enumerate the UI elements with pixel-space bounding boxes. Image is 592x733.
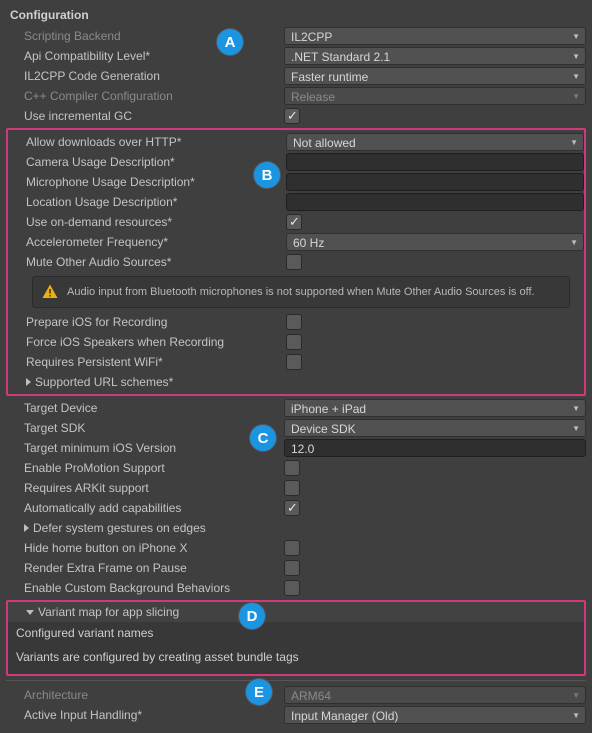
divider xyxy=(6,680,586,681)
foldout-defer-gestures[interactable]: Defer system gestures on edges xyxy=(6,518,586,538)
input-mic-desc[interactable] xyxy=(286,173,584,191)
checkbox-persist-wifi[interactable] xyxy=(286,354,302,370)
label-promotion: Enable ProMotion Support xyxy=(24,461,284,475)
label-auto-caps: Automatically add capabilities xyxy=(24,501,284,515)
label-il2cpp-codegen: IL2CPP Code Generation xyxy=(24,69,284,83)
dropdown-target-sdk[interactable]: Device SDK xyxy=(284,419,586,437)
dropdown-api-compat[interactable]: .NET Standard 2.1 xyxy=(284,47,586,65)
label-incremental-gc: Use incremental GC xyxy=(24,109,284,123)
input-camera-desc[interactable] xyxy=(286,153,584,171)
warning-icon xyxy=(41,283,59,301)
input-min-ios[interactable]: 12.0 xyxy=(284,439,586,457)
label-variant-map: Variant map for app slicing xyxy=(38,605,179,619)
label-camera-desc: Camera Usage Description* xyxy=(26,155,286,169)
row-configured-variants: Configured variant names xyxy=(8,622,584,644)
checkbox-mute-other[interactable] xyxy=(286,254,302,270)
highlight-box-d: Variant map for app slicing Configured v… xyxy=(6,600,586,676)
checkbox-extra-frame[interactable] xyxy=(284,560,300,576)
label-hide-home: Hide home button on iPhone X xyxy=(24,541,284,555)
label-extra-frame: Render Extra Frame on Pause xyxy=(24,561,284,575)
annotation-badge-c: C xyxy=(249,424,277,452)
label-cpp-compiler: C++ Compiler Configuration xyxy=(24,89,284,103)
annotation-badge-b: B xyxy=(253,161,281,189)
label-mic-desc: Microphone Usage Description* xyxy=(26,175,286,189)
row-variant-msg: Variants are configured by creating asse… xyxy=(8,644,584,674)
label-api-compat: Api Compatibility Level* xyxy=(24,49,284,63)
label-target-sdk: Target SDK xyxy=(24,421,284,435)
dropdown-il2cpp-codegen[interactable]: Faster runtime xyxy=(284,67,586,85)
label-on-demand: Use on-demand resources* xyxy=(26,215,286,229)
label-mute-other: Mute Other Audio Sources* xyxy=(26,255,286,269)
dropdown-allow-http[interactable]: Not allowed xyxy=(286,133,584,151)
label-custom-bg: Enable Custom Background Behaviors xyxy=(24,581,284,595)
checkbox-hide-home[interactable] xyxy=(284,540,300,556)
dropdown-accel-freq[interactable]: 60 Hz xyxy=(286,233,584,251)
label-allow-http: Allow downloads over HTTP* xyxy=(26,135,286,149)
annotation-badge-a: A xyxy=(216,28,244,56)
label-active-input: Active Input Handling* xyxy=(24,708,284,722)
label-persist-wifi: Requires Persistent WiFi* xyxy=(26,355,286,369)
dropdown-cpp-compiler: Release xyxy=(284,87,586,105)
highlight-box-b: Allow downloads over HTTP* Not allowed C… xyxy=(6,128,586,396)
checkbox-custom-bg[interactable] xyxy=(284,580,300,596)
label-target-device: Target Device xyxy=(24,401,284,415)
info-bluetooth-warning: Audio input from Bluetooth microphones i… xyxy=(32,276,570,308)
checkbox-prepare-rec[interactable] xyxy=(286,314,302,330)
row-scripting-backend: Scripting Backend IL2CPP xyxy=(6,26,586,46)
checkbox-auto-caps[interactable] xyxy=(284,500,300,516)
dropdown-architecture: ARM64 xyxy=(284,686,586,704)
label-min-ios: Target minimum iOS Version xyxy=(24,441,284,455)
chevron-right-icon xyxy=(24,524,29,532)
label-prepare-rec: Prepare iOS for Recording xyxy=(26,315,286,329)
checkbox-promotion[interactable] xyxy=(284,460,300,476)
label-accel-freq: Accelerometer Frequency* xyxy=(26,235,286,249)
dropdown-active-input[interactable]: Input Manager (Old) xyxy=(284,706,586,724)
checkbox-force-speakers[interactable] xyxy=(286,334,302,350)
foldout-variant-map[interactable]: Variant map for app slicing xyxy=(8,602,584,622)
label-defer-gestures: Defer system gestures on edges xyxy=(33,521,206,535)
chevron-right-icon xyxy=(26,378,31,386)
input-location-desc[interactable] xyxy=(286,193,584,211)
dropdown-scripting-backend[interactable]: IL2CPP xyxy=(284,27,586,45)
checkbox-on-demand[interactable] xyxy=(286,214,302,230)
dropdown-target-device[interactable]: iPhone + iPad xyxy=(284,399,586,417)
label-url-schemes: Supported URL schemes* xyxy=(35,375,173,389)
checkbox-incremental-gc[interactable] xyxy=(284,108,300,124)
label-scripting-backend: Scripting Backend xyxy=(24,29,284,43)
label-arkit: Requires ARKit support xyxy=(24,481,284,495)
label-force-speakers: Force iOS Speakers when Recording xyxy=(26,335,286,349)
label-location-desc: Location Usage Description* xyxy=(26,195,286,209)
chevron-down-icon xyxy=(26,610,34,615)
checkbox-arkit[interactable] xyxy=(284,480,300,496)
annotation-badge-e: E xyxy=(245,678,273,706)
foldout-url-schemes[interactable]: Supported URL schemes* xyxy=(8,372,584,392)
info-bluetooth-text: Audio input from Bluetooth microphones i… xyxy=(67,286,535,298)
section-header: Configuration xyxy=(6,8,586,22)
annotation-badge-d: D xyxy=(238,602,266,630)
